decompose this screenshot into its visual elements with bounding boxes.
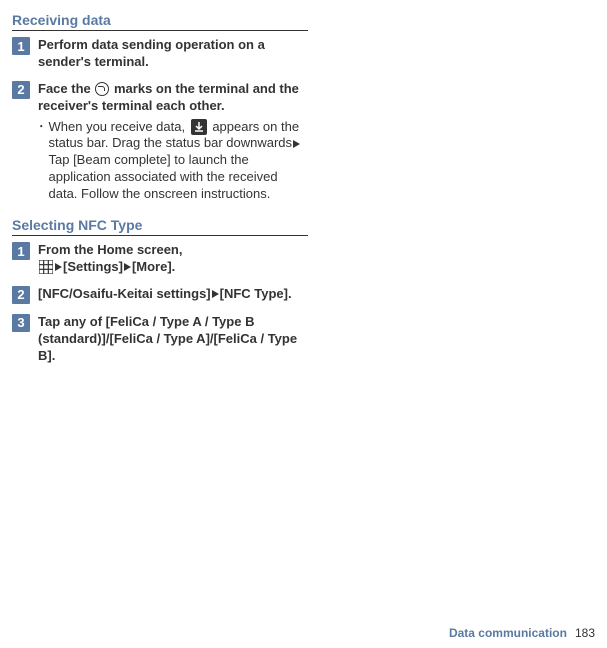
page-number: 183 bbox=[575, 626, 595, 640]
text-part: Face the bbox=[38, 81, 94, 96]
step-2-receive: 2 Face the marks on the terminal and the… bbox=[12, 81, 308, 203]
step-title: Face the marks on the terminal and the r… bbox=[38, 81, 308, 115]
text-part: [NFC/Osaifu-Keitai settings] bbox=[38, 286, 211, 301]
footer-section-label: Data communication bbox=[449, 626, 567, 640]
bullet-text: When you receive data, appears on the st… bbox=[49, 119, 309, 203]
bullet-dot-icon: ･ bbox=[38, 119, 45, 203]
arrow-right-icon bbox=[55, 263, 62, 271]
step-3-nfc: 3 Tap any of [FeliCa / Type A / Type B (… bbox=[12, 314, 308, 365]
step-number: 2 bbox=[12, 81, 30, 99]
download-icon bbox=[191, 119, 207, 135]
step-number: 2 bbox=[12, 286, 30, 304]
apps-grid-icon bbox=[39, 260, 53, 274]
text-part: Tap [Beam complete] to launch the applic… bbox=[49, 152, 278, 201]
page-footer: Data communication 183 bbox=[449, 626, 595, 640]
text-part: [Settings] bbox=[63, 259, 123, 274]
sub-bullet: ･ When you receive data, appears on the … bbox=[38, 119, 308, 203]
step-title: Tap any of [FeliCa / Type A / Type B (st… bbox=[38, 314, 308, 365]
step-title: Perform data sending operation on a send… bbox=[38, 37, 308, 71]
text-part: [NFC Type]. bbox=[220, 286, 292, 301]
section-heading-receiving: Receiving data bbox=[12, 12, 308, 31]
text-part: When you receive data, bbox=[49, 119, 189, 134]
step-title: [NFC/Osaifu-Keitai settings] [NFC Type]. bbox=[38, 286, 308, 303]
step-title: From the Home screen, [Settings] [More]. bbox=[38, 242, 308, 276]
text-part: [More]. bbox=[132, 259, 175, 274]
arrow-right-icon bbox=[293, 140, 300, 148]
nfc-icon bbox=[95, 82, 109, 96]
step-1-nfc: 1 From the Home screen, [Settings] [More]… bbox=[12, 242, 308, 276]
step-number: 1 bbox=[12, 242, 30, 260]
step-number: 1 bbox=[12, 37, 30, 55]
section-heading-nfc-type: Selecting NFC Type bbox=[12, 217, 308, 236]
arrow-right-icon bbox=[212, 290, 219, 298]
arrow-right-icon bbox=[124, 263, 131, 271]
step-1-receive: 1 Perform data sending operation on a se… bbox=[12, 37, 308, 71]
step-2-nfc: 2 [NFC/Osaifu-Keitai settings] [NFC Type]… bbox=[12, 286, 308, 304]
text-part: From the Home screen, bbox=[38, 242, 183, 257]
step-number: 3 bbox=[12, 314, 30, 332]
